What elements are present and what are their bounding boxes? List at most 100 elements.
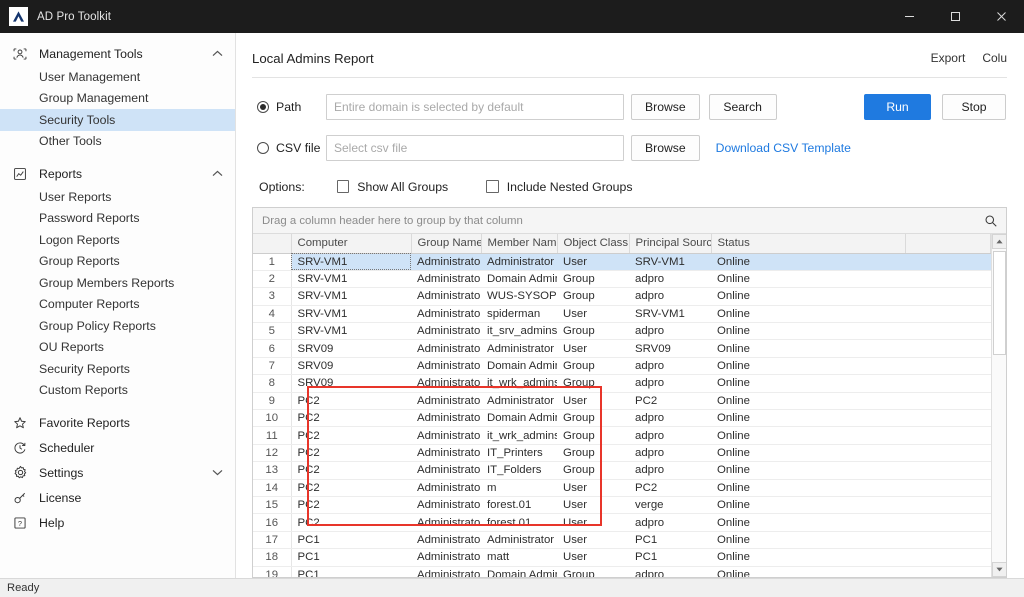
sidebar-item-group-policy-reports[interactable]: Group Policy Reports: [0, 315, 235, 337]
cell-group: Administrators: [411, 496, 481, 515]
cell-computer: PC2: [291, 496, 411, 515]
table-row[interactable]: 9PC2AdministratorsAdministratorUserPC2On…: [253, 392, 991, 411]
table-row[interactable]: 13PC2AdministratorsIT_FoldersGroupadproO…: [253, 461, 991, 480]
download-csv-template-link[interactable]: Download CSV Template: [716, 141, 851, 155]
cell-member: it_srv_admins: [481, 322, 557, 341]
cell-n: 17: [253, 531, 292, 550]
table-row[interactable]: 15PC2Administratorsforest.01UservergeOnl…: [253, 496, 991, 515]
sidebar-item-security-reports[interactable]: Security Reports: [0, 358, 235, 380]
sidebar-item-label: Custom Reports: [39, 383, 128, 398]
cell-status: Online: [711, 253, 905, 271]
cell-source: PC2: [629, 392, 711, 411]
path-search-button[interactable]: Search: [708, 94, 777, 120]
table-row[interactable]: 19PC1AdministratorsDomain AdminsGroupadp…: [253, 566, 991, 577]
sidebar-item-logon-reports[interactable]: Logon Reports: [0, 229, 235, 251]
path-radio[interactable]: Path: [257, 100, 326, 114]
table-row[interactable]: 6SRV09AdministratorsAdministratorUserSRV…: [253, 339, 991, 358]
table-row[interactable]: 2SRV-VM1AdministratorsDomain AdminsGroup…: [253, 270, 991, 289]
csv-radio[interactable]: CSV file: [257, 141, 326, 155]
cell-source: adpro: [629, 409, 711, 428]
cell-filler: [905, 270, 991, 289]
run-button[interactable]: Run: [864, 94, 931, 120]
sidebar-item-settings[interactable]: Settings: [0, 460, 235, 485]
csv-input[interactable]: [326, 135, 624, 161]
cell-objclass: Group: [557, 444, 629, 463]
maximize-icon[interactable]: [932, 0, 978, 33]
column-header-object-class[interactable]: Object Class: [557, 234, 630, 254]
cell-n: 15: [253, 496, 292, 515]
table-row[interactable]: 3SRV-VM1AdministratorsWUS-SYSOPSGroupadp…: [253, 287, 991, 306]
sidebar-item-group-management[interactable]: Group Management: [0, 88, 235, 110]
csv-browse-button[interactable]: Browse: [631, 135, 700, 161]
path-input[interactable]: [326, 94, 624, 120]
export-button[interactable]: Export: [931, 51, 966, 65]
scroll-up-icon[interactable]: [991, 234, 1006, 249]
stop-button[interactable]: Stop: [942, 94, 1006, 120]
sidebar-item-label: Other Tools: [39, 134, 102, 149]
cell-member: matt: [481, 548, 557, 567]
sidebar-group-management-tools[interactable]: Management Tools: [0, 41, 235, 66]
table-row[interactable]: 12PC2AdministratorsIT_PrintersGroupadpro…: [253, 444, 991, 463]
cell-status: Online: [711, 513, 905, 532]
sidebar-item-password-reports[interactable]: Password Reports: [0, 208, 235, 230]
chevron-up-icon[interactable]: [212, 170, 223, 177]
column-header-member-name[interactable]: Member Name: [481, 234, 558, 254]
grid-vertical-scrollbar[interactable]: [991, 234, 1006, 577]
table-row[interactable]: 8SRV09Administratorsit_wrk_adminsGroupad…: [253, 374, 991, 393]
cell-source: SRV-VM1: [629, 305, 711, 324]
cell-source: SRV-VM1: [629, 253, 711, 271]
column-header-status[interactable]: Status: [711, 234, 906, 254]
chevron-up-icon[interactable]: [212, 50, 223, 57]
cell-computer: PC2: [291, 461, 411, 480]
table-row[interactable]: 16PC2Administratorsforest.01UseradproOnl…: [253, 513, 991, 532]
table-row[interactable]: 1SRV-VM1AdministratorsAdministratorUserS…: [253, 253, 991, 271]
sidebar-item-user-management[interactable]: User Management: [0, 66, 235, 88]
cell-member: IT_Folders: [481, 461, 557, 480]
close-icon[interactable]: [978, 0, 1024, 33]
cell-objclass: Group: [557, 374, 629, 393]
sidebar-item-user-reports[interactable]: User Reports: [0, 186, 235, 208]
sidebar-item-group-reports[interactable]: Group Reports: [0, 251, 235, 273]
cell-objclass: User: [557, 548, 629, 567]
chevron-down-icon[interactable]: [212, 469, 223, 476]
table-row[interactable]: 14PC2AdministratorsmUserPC2Online: [253, 479, 991, 497]
sidebar-item-security-tools[interactable]: Security Tools: [0, 109, 235, 131]
table-row[interactable]: 11PC2Administratorsit_wrk_adminsGroupadp…: [253, 426, 991, 445]
cell-n: 4: [253, 305, 292, 324]
sidebar-item-group-members-reports[interactable]: Group Members Reports: [0, 272, 235, 294]
sidebar-item-custom-reports[interactable]: Custom Reports: [0, 380, 235, 402]
search-icon[interactable]: [984, 214, 998, 228]
table-row[interactable]: 17PC1AdministratorsAdministratorUserPC1O…: [253, 531, 991, 550]
show-all-groups-checkbox[interactable]: Show All Groups: [336, 180, 448, 194]
sidebar-group-label: Reports: [39, 166, 83, 181]
cell-status: Online: [711, 548, 905, 567]
csv-radio-label: CSV file: [276, 141, 321, 155]
sidebar-item-help[interactable]: ? Help: [0, 510, 235, 535]
column-header-principal-source[interactable]: Principal Source: [629, 234, 712, 254]
sidebar-item-computer-reports[interactable]: Computer Reports: [0, 294, 235, 316]
cell-n: 14: [253, 479, 292, 497]
scrollbar-thumb[interactable]: [992, 251, 1006, 355]
table-row[interactable]: 10PC2AdministratorsDomain AdminsGroupadp…: [253, 409, 991, 428]
sidebar-item-ou-reports[interactable]: OU Reports: [0, 337, 235, 359]
columns-button[interactable]: Colu: [982, 51, 1007, 65]
table-row[interactable]: 5SRV-VM1Administratorsit_srv_adminsGroup…: [253, 322, 991, 341]
scrollbar-track[interactable]: [991, 249, 1006, 562]
sidebar-item-favorite-reports[interactable]: Favorite Reports: [0, 410, 235, 435]
table-row[interactable]: 4SRV-VM1AdministratorsspidermanUserSRV-V…: [253, 305, 991, 324]
path-browse-button[interactable]: Browse: [631, 94, 700, 120]
minimize-icon[interactable]: [886, 0, 932, 33]
cell-status: Online: [711, 496, 905, 515]
include-nested-groups-checkbox[interactable]: Include Nested Groups: [486, 180, 632, 194]
sidebar-item-scheduler[interactable]: Scheduler: [0, 435, 235, 460]
sidebar-group-reports[interactable]: Reports: [0, 161, 235, 186]
table-row[interactable]: 7SRV09AdministratorsDomain AdminsGroupad…: [253, 357, 991, 376]
sidebar-item-license[interactable]: License: [0, 485, 235, 510]
table-row[interactable]: 18PC1AdministratorsmattUserPC1Online: [253, 548, 991, 567]
group-by-panel[interactable]: Drag a column header here to group by th…: [253, 208, 1006, 234]
column-header-computer[interactable]: Computer: [291, 234, 412, 254]
sidebar-item-other-tools[interactable]: Other Tools: [0, 131, 235, 153]
scroll-down-icon[interactable]: [991, 562, 1006, 577]
column-header-group-name[interactable]: Group Name: [411, 234, 482, 254]
column-header-rownum[interactable]: [253, 234, 292, 254]
